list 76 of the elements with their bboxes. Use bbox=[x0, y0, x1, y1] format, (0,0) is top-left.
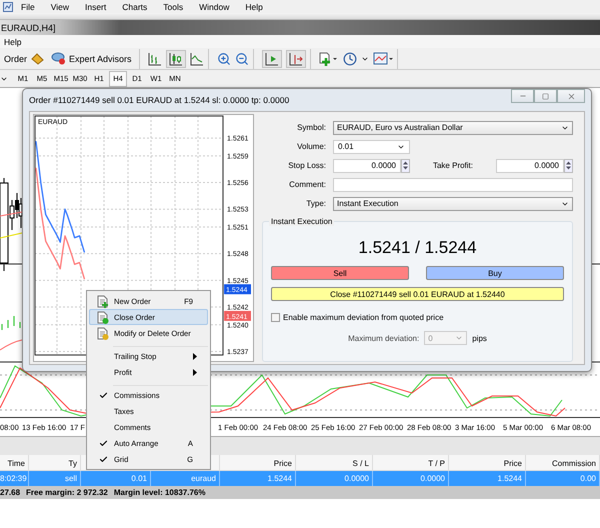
spinner-arrows-icon bbox=[403, 161, 408, 170]
shift-icon[interactable] bbox=[288, 52, 303, 66]
volume-select[interactable]: 0.01 bbox=[333, 140, 410, 154]
column-header[interactable]: Price bbox=[220, 455, 296, 470]
field-label: Take Profit: bbox=[432, 161, 473, 170]
column-header[interactable]: T / P bbox=[373, 455, 449, 470]
moving-average-line bbox=[0, 212, 22, 216]
column-header[interactable]: Commission bbox=[526, 455, 600, 470]
group-title: Instant Execution bbox=[269, 217, 334, 226]
field-label: Stop Loss: bbox=[287, 161, 326, 170]
take-profit-field[interactable]: 0.0000 bbox=[496, 158, 564, 172]
column-header[interactable]: Time bbox=[0, 455, 29, 470]
menu-item[interactable]: Charts bbox=[114, 2, 156, 12]
menu-item[interactable]: Window bbox=[191, 2, 238, 12]
submenu-arrow-icon bbox=[193, 368, 197, 376]
zoom-out-icon[interactable] bbox=[234, 52, 249, 66]
price-quote: 1.5241 / 1.5244 bbox=[357, 238, 478, 258]
diamond-icon[interactable] bbox=[31, 52, 44, 65]
status-text: 27.68 bbox=[0, 488, 20, 497]
chart-shift-button[interactable] bbox=[286, 50, 306, 68]
zoom-in-icon[interactable] bbox=[216, 52, 231, 66]
new-order-button[interactable]: Order bbox=[4, 54, 28, 64]
document-icon bbox=[97, 294, 109, 308]
status-text: Free margin: 2 972.32 bbox=[26, 488, 108, 497]
bar-chart-icon[interactable] bbox=[148, 52, 162, 66]
column-header[interactable]: Price bbox=[449, 455, 526, 470]
maximize-button[interactable] bbox=[534, 89, 557, 103]
type-select[interactable]: Instant Execution bbox=[333, 196, 573, 210]
menu-item[interactable]: Help bbox=[2, 36, 30, 46]
chart-template-icon[interactable] bbox=[372, 52, 393, 66]
candlestick-button[interactable] bbox=[166, 50, 186, 68]
play-icon[interactable] bbox=[264, 52, 279, 66]
menu-item[interactable]: File bbox=[13, 2, 43, 12]
stop-loss-field[interactable]: 0.0000 bbox=[333, 158, 401, 172]
symbol-select[interactable]: EURAUD, Euro vs Australian Dollar bbox=[333, 120, 573, 134]
expert-advisors-button[interactable]: Expert Advisors bbox=[48, 50, 135, 68]
checkbox-label: Enable maximum deviation from quoted price bbox=[283, 313, 444, 322]
column-header[interactable]: S / L bbox=[296, 455, 373, 470]
app-icon[interactable] bbox=[3, 2, 13, 12]
caret-icon bbox=[455, 334, 464, 342]
column-header[interactable]: Ty bbox=[29, 455, 81, 470]
field-label: Symbol: bbox=[296, 123, 326, 132]
maximize-icon bbox=[542, 92, 549, 100]
unit-label: pips bbox=[472, 334, 487, 342]
close-icon bbox=[566, 92, 576, 100]
menu-item[interactable]: Insert bbox=[76, 2, 114, 12]
dialog-title: Order #110271449 sell 0.01 EURAUD at 1.5244 sl: 0.0000 tp: 0.0000 bbox=[29, 95, 290, 105]
histogram-bars bbox=[2, 316, 20, 330]
menu-item[interactable]: Tools bbox=[155, 2, 192, 12]
chart-title: EURAUD,H4] bbox=[1, 22, 56, 32]
field-label: Type: bbox=[305, 199, 326, 208]
add-indicator-icon[interactable] bbox=[318, 52, 339, 66]
document-icon bbox=[97, 326, 109, 340]
document-icon bbox=[97, 310, 109, 324]
menu-item[interactable]: Help bbox=[237, 2, 271, 12]
indicator-line bbox=[0, 340, 22, 350]
candlestick-icon[interactable] bbox=[168, 52, 183, 66]
submenu-arrow-icon bbox=[193, 352, 197, 360]
spinner-button[interactable] bbox=[564, 158, 573, 172]
line-chart-icon[interactable] bbox=[190, 52, 204, 66]
comment-field[interactable] bbox=[333, 178, 573, 192]
sell-button[interactable]: Sell bbox=[271, 266, 409, 280]
check-icon bbox=[98, 390, 108, 400]
clock-icon[interactable] bbox=[342, 52, 357, 66]
field-label: Comment: bbox=[288, 180, 326, 189]
field-label: Volume: bbox=[296, 142, 326, 151]
status-text: Margin level: 10837.76% bbox=[114, 488, 206, 497]
menu-item[interactable]: View bbox=[42, 2, 77, 12]
auto-scroll-button[interactable] bbox=[262, 50, 282, 68]
spinner-arrows-icon bbox=[566, 161, 571, 170]
spinner-button[interactable] bbox=[401, 158, 410, 172]
close-order-button[interactable]: Close #110271449 sell 0.01 EURAUD at 1.52440 bbox=[271, 287, 564, 301]
moving-average-line bbox=[0, 232, 22, 238]
buy-button[interactable]: Buy bbox=[426, 266, 564, 280]
checkbox[interactable] bbox=[271, 313, 280, 322]
field-label: Maximum deviation: bbox=[348, 334, 420, 342]
